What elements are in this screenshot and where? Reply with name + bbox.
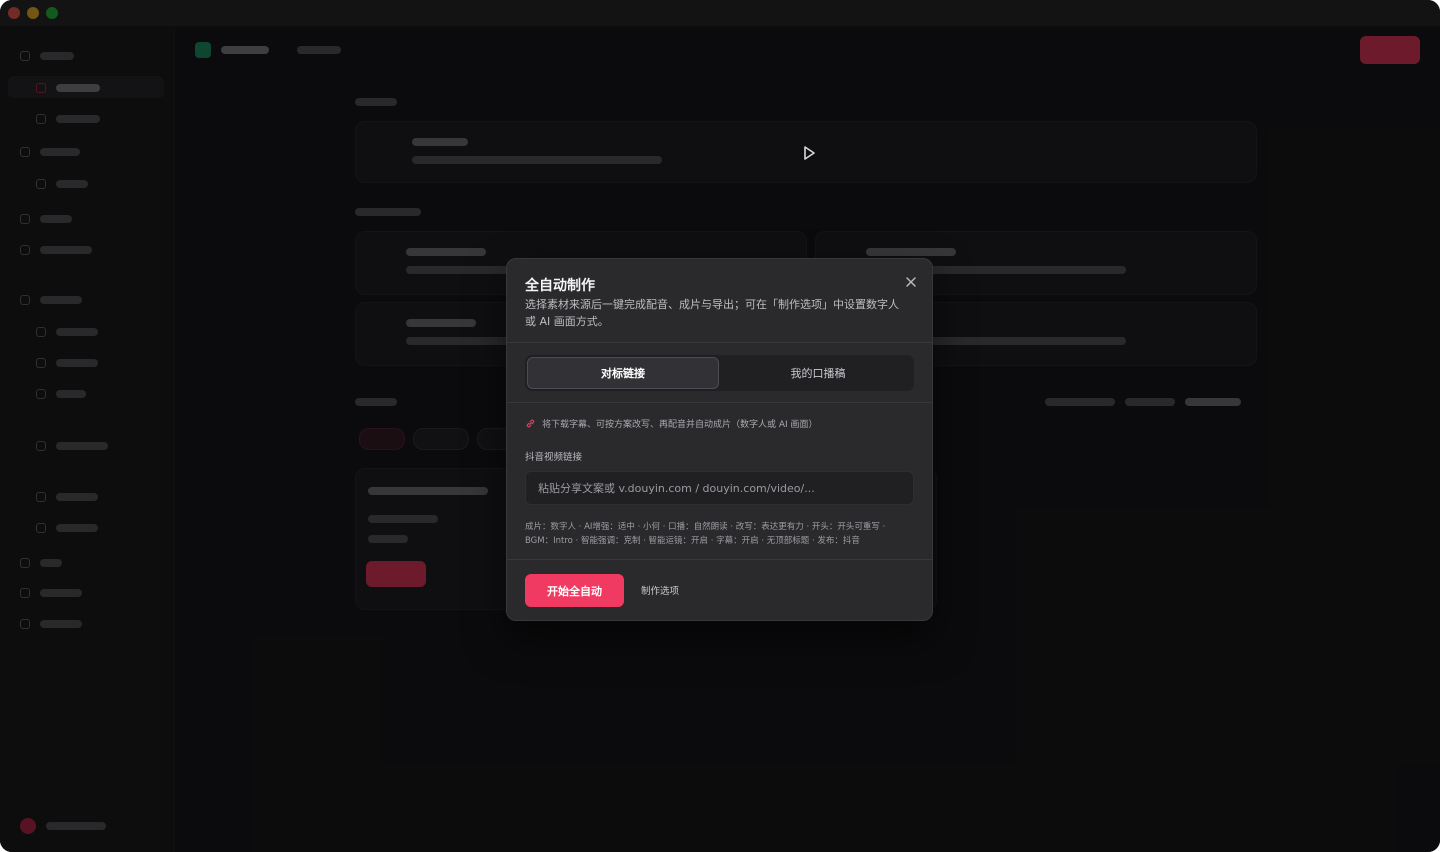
play-icon[interactable] bbox=[800, 144, 818, 162]
divider bbox=[507, 342, 932, 343]
source-tabs: 对标链接 我的口播稿 bbox=[525, 355, 914, 391]
hint-row: 将下载字幕、可按方案改写、再配音并自动成片（数字人或 AI 画面） bbox=[525, 417, 818, 430]
settings-summary: 成片：数字人 · AI增强：适中 · 小何 · 口播：自然朗读 · 改写：表达更… bbox=[525, 520, 917, 548]
settings-line-1: 成片：数字人 · AI增强：适中 · 小何 · 口播：自然朗读 · 改写：表达更… bbox=[525, 522, 886, 532]
hint-text: 将下载字幕、可按方案改写、再配音并自动成片（数字人或 AI 画面） bbox=[542, 420, 818, 430]
douyin-link-label: 抖音视频链接 bbox=[525, 452, 583, 463]
link-icon bbox=[526, 419, 535, 428]
app-window: 全自动制作 选择素材来源后一键完成配音、成片与导出；可在「制作选项」中设置数字人… bbox=[0, 0, 1440, 852]
close-icon[interactable] bbox=[904, 275, 918, 289]
tab-my-script[interactable]: 我的口播稿 bbox=[722, 357, 914, 389]
dialog-description: 选择素材来源后一键完成配音、成片与导出；可在「制作选项」中设置数字人或 AI 画… bbox=[525, 298, 899, 328]
production-options-button[interactable]: 制作选项 bbox=[641, 583, 679, 597]
douyin-link-input[interactable] bbox=[525, 471, 914, 505]
divider bbox=[507, 559, 932, 560]
dialog-title: 全自动制作 bbox=[525, 278, 595, 294]
settings-line-2: BGM：Intro · 智能强调：克制 · 智能运镜：开启 · 字幕：开启 · … bbox=[525, 536, 860, 546]
start-auto-button[interactable]: 开始全自动 bbox=[525, 574, 624, 607]
auto-production-dialog: 全自动制作 选择素材来源后一键完成配音、成片与导出；可在「制作选项」中设置数字人… bbox=[506, 258, 933, 621]
tab-benchmark-link[interactable]: 对标链接 bbox=[527, 357, 719, 389]
divider bbox=[507, 402, 932, 403]
